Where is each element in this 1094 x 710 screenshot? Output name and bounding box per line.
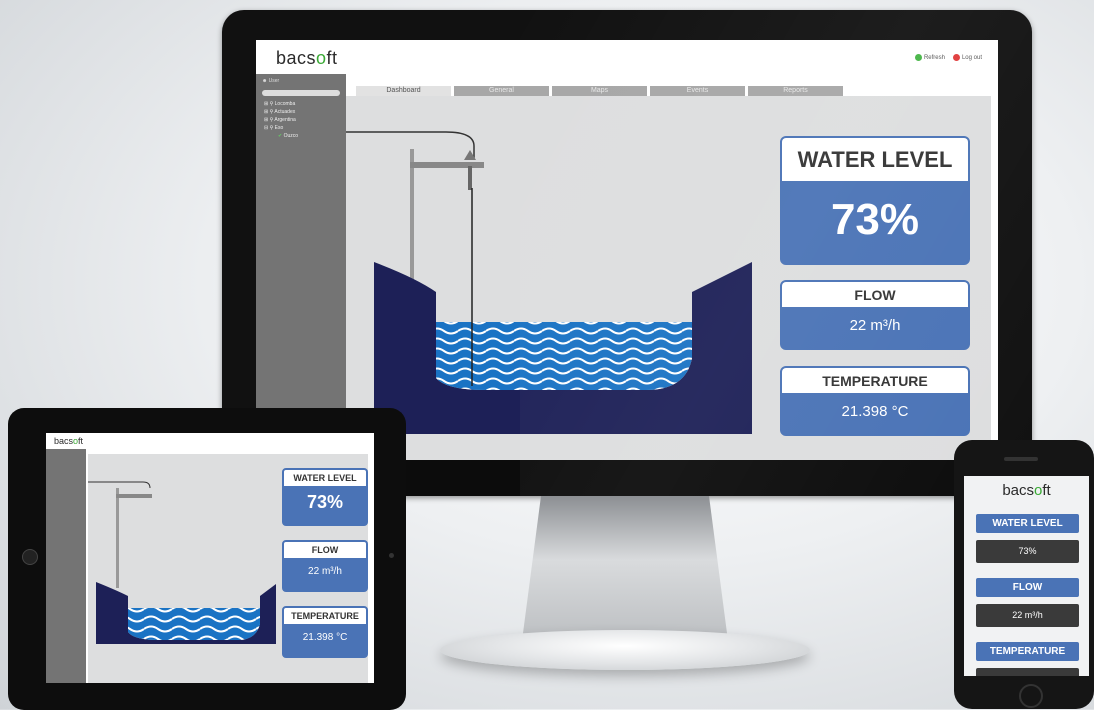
tablet-screen: bacsoft WATER LEVEL 73% FLOW 22 m³/h TEM… (46, 433, 374, 683)
tablet-tank-illustration (88, 481, 276, 644)
tank-illustration (346, 131, 752, 434)
tablet-flow-card: FLOW 22 m³/h (282, 540, 368, 592)
temperature-title: TEMPERATURE (782, 368, 968, 393)
desktop-screen: bacsoft Refresh Log out ☻ User ⊞ ⚲ Locom… (256, 40, 998, 460)
tab-general[interactable]: General (454, 86, 549, 96)
tab-events[interactable]: Events (650, 86, 745, 96)
tablet-camera (22, 549, 38, 565)
temperature-card: TEMPERATURE 21.398 °C (780, 366, 970, 436)
logo: bacsoft (276, 48, 338, 68)
phone-home-button[interactable] (1019, 684, 1043, 708)
map-pin-icon: ⚲ (269, 117, 274, 123)
tablet-temperature-value: 21.398 °C (302, 632, 348, 643)
phone-screen: bacsoft WATER LEVEL 73% FLOW 22 m³/h TEM… (964, 476, 1089, 676)
flow-title: FLOW (782, 282, 968, 307)
app-header: bacsoft Refresh Log out (256, 40, 998, 74)
map-pin-icon: ⚲ (269, 109, 274, 115)
tree-item[interactable]: ✔ Ouzco (264, 132, 298, 140)
phone-flow-button[interactable]: FLOW (976, 578, 1079, 597)
tablet-temperature-card: TEMPERATURE 21.398 °C (282, 606, 368, 658)
map-pin-icon: ⚲ (269, 101, 274, 107)
dashboard-content: WATER LEVEL 73% FLOW 22 m³/h TEMPERATURE… (346, 96, 991, 460)
monitor-base (440, 630, 810, 670)
phone-temperature-button[interactable]: TEMPERATURE (976, 642, 1079, 661)
tablet-flow-title: FLOW (284, 542, 366, 558)
tablet-sidebar (46, 449, 86, 683)
water-level-value: 73% (830, 195, 920, 244)
user-label: ☻ User (262, 78, 280, 84)
water-level-card: WATER LEVEL 73% (780, 136, 970, 265)
phone-flow-value: 22 m³/h (976, 604, 1079, 627)
tab-dashboard[interactable]: Dashboard (356, 86, 451, 96)
tree-item[interactable]: ⊞ ⚲ Actuadex (264, 108, 298, 116)
phone-speaker (1004, 457, 1038, 461)
sidebar: ☻ User ⊞ ⚲ Locomba ⊞ ⚲ Actuadex ⊞ ⚲ Arge… (256, 74, 346, 460)
tablet-logo: bacsoft (54, 436, 84, 446)
tablet-water-level-title: WATER LEVEL (284, 470, 366, 486)
logout-button[interactable]: Log out (952, 54, 982, 61)
tablet-water-level-value: 73% (306, 492, 344, 512)
sidebar-search-input[interactable] (262, 90, 340, 96)
temperature-value: 21.398 °C (841, 403, 909, 420)
tree-item[interactable]: ⊞ ⚲ Argentina (264, 116, 298, 124)
tab-reports[interactable]: Reports (748, 86, 843, 96)
logout-icon (952, 54, 960, 61)
tablet-sensor (389, 553, 394, 558)
location-tree: ⊞ ⚲ Locomba ⊞ ⚲ Actuadex ⊞ ⚲ Argentina ⊟… (264, 100, 298, 140)
tablet-flow-value: 22 m³/h (308, 566, 342, 577)
phone-logo: bacsoft (1002, 482, 1051, 499)
tablet-content: WATER LEVEL 73% FLOW 22 m³/h TEMPERATURE… (88, 454, 368, 683)
water-fill (436, 322, 692, 390)
user-icon: ☻ (262, 78, 268, 84)
flow-value: 22 m³/h (849, 317, 901, 334)
tab-maps[interactable]: Maps (552, 86, 647, 96)
phone-water-level-value: 73% (976, 540, 1079, 563)
tree-item[interactable]: ⊟ ⚲ Eso (264, 124, 298, 132)
tablet-water-level-card: WATER LEVEL 73% (282, 468, 368, 526)
refresh-icon (914, 54, 922, 61)
flow-card: FLOW 22 m³/h (780, 280, 970, 350)
check-icon: ✔ (278, 133, 283, 139)
refresh-button[interactable]: Refresh (914, 54, 945, 61)
phone-temperature-value (976, 668, 1079, 676)
tab-bar: Dashboard General Maps Events Reports (356, 86, 843, 96)
phone-water-level-button[interactable]: WATER LEVEL (976, 514, 1079, 533)
tablet-temperature-title: TEMPERATURE (284, 608, 366, 624)
tree-item[interactable]: ⊞ ⚲ Locomba (264, 100, 298, 108)
map-pin-icon: ⚲ (269, 125, 274, 131)
water-level-title: WATER LEVEL (782, 138, 968, 181)
